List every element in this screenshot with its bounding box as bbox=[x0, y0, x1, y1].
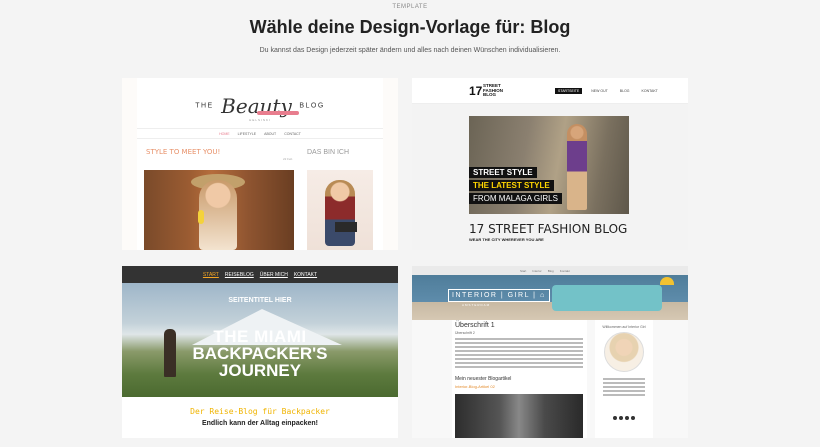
template-subheading: Überschrift 2 bbox=[455, 331, 475, 335]
template-header: 17 STREET FASHION BLOG STARTSEITE NEW OU… bbox=[412, 78, 688, 104]
template-main: Überschrift 1 Überschrift 2 Mein neueste… bbox=[452, 320, 587, 438]
social-icons bbox=[595, 416, 653, 420]
template-body: STREET STYLE THE LATEST STYLE FROM MALAG… bbox=[412, 104, 688, 250]
template-nav: HOME LIFESTYLE ABOUT CONTACT bbox=[137, 128, 383, 139]
social-icon bbox=[613, 416, 617, 420]
text-placeholder bbox=[455, 338, 583, 370]
lamp-shape bbox=[660, 277, 674, 285]
sofa-shape bbox=[552, 285, 662, 311]
template-title: 17 STREET FASHION BLOG bbox=[469, 222, 628, 236]
hero-strip: STREET STYLE bbox=[469, 167, 537, 178]
hero-photo: STREET STYLE THE LATEST STYLE FROM MALAG… bbox=[469, 116, 629, 214]
side-photo bbox=[307, 170, 373, 250]
laptop-shape bbox=[335, 222, 357, 232]
logo-subtitle: AMSTERDAM bbox=[462, 303, 491, 307]
social-icon bbox=[619, 416, 623, 420]
logo-text: STREET FASHION BLOG bbox=[483, 83, 503, 98]
nav-item: STARTSEITE bbox=[555, 88, 583, 94]
logo-the: THE bbox=[195, 102, 214, 110]
ice-cream-shape bbox=[198, 210, 204, 224]
template-card-interior-girl[interactable]: Start Interior Blog Kontakt INTERIOR | G… bbox=[412, 266, 688, 438]
template-nav: STARTSEITE NEW OUT BLOG KONTAKT bbox=[555, 88, 661, 94]
person-shape bbox=[567, 124, 587, 210]
template-nav: START REISEBLOG ÜBER MICH KONTAKT bbox=[122, 266, 398, 283]
template-card-miami-backpacker[interactable]: START REISEBLOG ÜBER MICH KONTAKT SEITEN… bbox=[122, 266, 398, 438]
nav-item: Start bbox=[520, 268, 527, 273]
social-icon bbox=[625, 416, 629, 420]
person-shape bbox=[199, 180, 237, 250]
template-card-street-fashion[interactable]: 17 STREET FASHION BLOG STARTSEITE NEW OU… bbox=[412, 78, 688, 250]
template-sidebar: Willkommen auf Interior Girl bbox=[595, 320, 653, 438]
nav-item: LIFESTYLE bbox=[237, 131, 257, 136]
post-date: 22 Feb bbox=[283, 157, 293, 161]
page-title: Wähle deine Design-Vorlage für: Blog bbox=[249, 17, 571, 37]
nav-item: CONTACT bbox=[284, 131, 301, 136]
template-heading: STYLE TO MEET YOU! bbox=[146, 148, 221, 156]
avatar bbox=[604, 332, 644, 372]
template-logo: INTERIOR | GIRL | ⌂ bbox=[448, 289, 550, 302]
logo-line: BLOG bbox=[483, 92, 496, 97]
person-shape bbox=[325, 180, 355, 246]
template-tagline: Der Reise-Blog für Backpacker bbox=[190, 407, 330, 416]
template-heading: Überschrift 1 bbox=[455, 322, 495, 329]
hero-photo: INTERIOR | GIRL | ⌂ AMSTERDAM bbox=[412, 275, 688, 320]
page-subtitle: Du kannst das Design jederzeit später än… bbox=[259, 47, 561, 54]
nav-item: Interior bbox=[532, 268, 542, 273]
nav-item: KONTAKT bbox=[641, 89, 658, 93]
nav-item: REISEBLOG bbox=[224, 271, 254, 278]
template-footer: Der Reise-Blog für Backpacker Endlich ka… bbox=[122, 397, 398, 438]
text-placeholder bbox=[603, 378, 645, 398]
side-heading: Willkommen auf Interior Girl bbox=[602, 325, 646, 329]
logo-number: 17 bbox=[469, 84, 483, 98]
hero-kicker: SEITENTITEL HIER bbox=[228, 297, 292, 304]
nav-item: START bbox=[202, 271, 219, 278]
latest-heading: Mein neuester Blogartikel bbox=[455, 376, 512, 382]
template-card-beauty-blog[interactable]: THE Beauty BLOG HELSINKI HOME LIFESTYLE … bbox=[122, 78, 398, 250]
nav-item: Blog bbox=[547, 268, 554, 273]
template-nav: Start Interior Blog Kontakt bbox=[412, 266, 688, 275]
template-preview: THE Beauty BLOG HELSINKI HOME LIFESTYLE … bbox=[137, 78, 383, 250]
nav-item: Kontakt bbox=[559, 268, 570, 273]
template-subtitle: WEAR THE CITY WHEREVER YOU ARE bbox=[469, 237, 544, 242]
template-eyebrow: TEMPLATE bbox=[392, 4, 428, 10]
nav-item: NEW OUT bbox=[591, 89, 608, 93]
nav-item: BLOG bbox=[619, 89, 630, 93]
latest-link: Interior-Blog-Artikel 02 bbox=[455, 384, 495, 389]
side-heading: DAS BIN ICH bbox=[307, 149, 350, 156]
hero-strip: FROM MALAGA GIRLS bbox=[469, 193, 562, 204]
nav-item: HOME bbox=[219, 131, 230, 136]
hero-title: JOURNEY bbox=[218, 361, 302, 380]
nav-item: ÜBER MICH bbox=[259, 271, 288, 278]
nav-item: KONTAKT bbox=[293, 271, 318, 278]
template-tagline-secondary: Endlich kann der Alltag einpacken! bbox=[201, 420, 319, 427]
logo-brush-mark bbox=[257, 111, 299, 115]
nav-item: ABOUT bbox=[264, 131, 277, 136]
social-icon bbox=[631, 416, 635, 420]
logo-subtitle: HELSINKI bbox=[249, 118, 271, 122]
post-photo bbox=[455, 394, 583, 438]
hero-photo bbox=[144, 170, 294, 250]
logo-blog: BLOG bbox=[299, 102, 325, 110]
hero-strip: THE LATEST STYLE bbox=[469, 180, 554, 191]
hero-photo: SEITENTITEL HIER THE MIAMI BACKPACKER'S … bbox=[122, 283, 398, 397]
